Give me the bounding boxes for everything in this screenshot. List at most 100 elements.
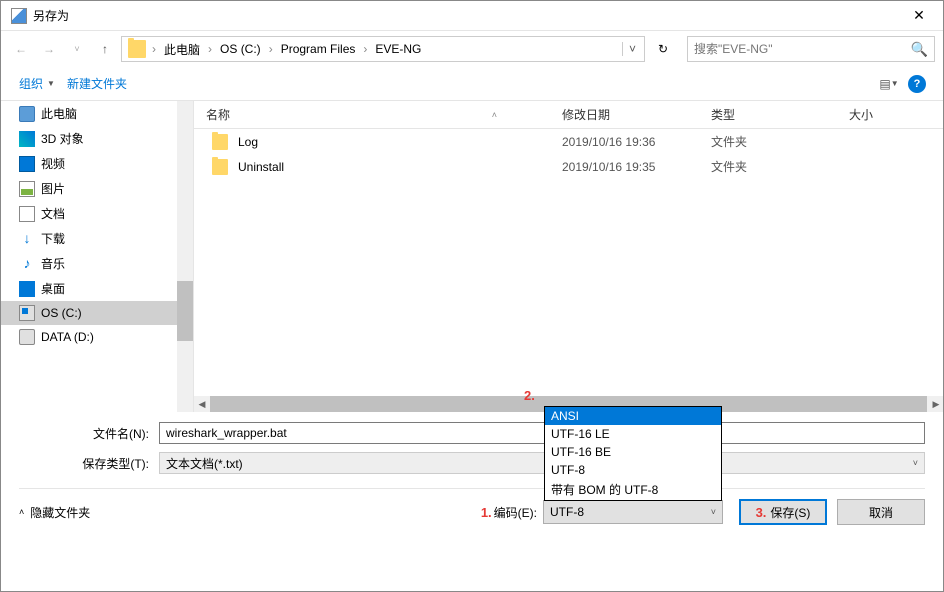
sidebar-item-label: 桌面 xyxy=(41,280,65,297)
save-label: 保存(S) xyxy=(770,504,810,521)
dl-icon: ↓ xyxy=(19,231,35,247)
sidebar-item[interactable]: 3D 对象 xyxy=(1,126,177,151)
nav-up-button[interactable]: ↑ xyxy=(93,37,117,61)
folder-icon xyxy=(212,134,228,150)
new-folder-label: 新建文件夹 xyxy=(67,75,127,92)
file-row[interactable]: Log 2019/10/16 19:36文件夹 xyxy=(194,129,943,154)
column-name[interactable]: 名称 ˄ xyxy=(194,106,550,123)
sidebar-item-label: 3D 对象 xyxy=(41,130,84,147)
encoding-option[interactable]: 带有 BOM 的 UTF-8 xyxy=(545,479,721,500)
help-icon: ? xyxy=(908,75,926,93)
breadcrumb-item[interactable]: EVE-NG xyxy=(369,37,427,61)
chevron-right-icon: › xyxy=(267,42,275,56)
sidebar-item[interactable]: 文档 xyxy=(1,201,177,226)
sidebar-item-label: OS (C:) xyxy=(41,306,82,320)
column-size[interactable]: 大小 xyxy=(837,106,943,123)
hide-folders-button[interactable]: ˄ 隐藏文件夹 xyxy=(19,504,90,521)
breadcrumb-item[interactable]: 此电脑 xyxy=(158,37,206,61)
encoding-option[interactable]: UTF-16 BE xyxy=(545,443,721,461)
sidebar-item-label: 音乐 xyxy=(41,255,65,272)
nav-recent-button: ˅ xyxy=(65,37,89,61)
doc-icon xyxy=(19,206,35,222)
filename-label: 文件名(N): xyxy=(19,425,159,442)
scroll-left-icon[interactable]: ◀ xyxy=(194,396,210,412)
img-icon xyxy=(19,181,35,197)
win-icon xyxy=(19,305,35,321)
sidebar-item-label: 图片 xyxy=(41,180,65,197)
folder-icon xyxy=(212,159,228,175)
encoding-label: 编码(E): xyxy=(494,504,537,521)
breadcrumb-dropdown[interactable]: ˅ xyxy=(623,42,642,56)
breadcrumb-item[interactable]: OS (C:) xyxy=(214,37,267,61)
column-date[interactable]: 修改日期 xyxy=(550,106,699,123)
file-name: Log xyxy=(238,135,258,149)
search-input[interactable] xyxy=(694,42,911,56)
chevron-up-icon: ˄ xyxy=(19,507,24,517)
video-icon xyxy=(19,156,35,172)
breadcrumb-item[interactable]: Program Files xyxy=(275,37,362,61)
drive-icon xyxy=(19,329,35,345)
hide-folders-label: 隐藏文件夹 xyxy=(30,504,90,521)
chevron-right-icon: › xyxy=(361,42,369,56)
file-date: 2019/10/16 19:36 xyxy=(550,135,699,149)
encoding-option[interactable]: UTF-16 LE xyxy=(545,425,721,443)
chevron-down-icon: ▼ xyxy=(47,79,55,88)
sort-indicator-icon: ˄ xyxy=(492,110,497,120)
sidebar-item[interactable]: DATA (D:) xyxy=(1,325,177,349)
music-icon: ♪ xyxy=(19,256,35,272)
app-icon xyxy=(11,8,27,24)
filetype-value: 文本文档(*.txt) xyxy=(166,455,243,472)
sidebar-scrollbar[interactable] xyxy=(177,101,193,412)
annotation-1: 1. xyxy=(481,505,492,520)
file-row[interactable]: Uninstall 2019/10/16 19:35文件夹 xyxy=(194,154,943,179)
sidebar-item-label: 视频 xyxy=(41,155,65,172)
pc-icon xyxy=(19,106,35,122)
close-button[interactable]: ✕ xyxy=(899,1,939,31)
scroll-right-icon[interactable]: ▶ xyxy=(928,396,944,412)
sidebar-item[interactable]: 此电脑 xyxy=(1,101,177,126)
file-type: 文件夹 xyxy=(699,158,837,175)
sidebar-item[interactable]: OS (C:) xyxy=(1,301,177,325)
annotation-3: 3. xyxy=(756,505,767,520)
desk-icon xyxy=(19,281,35,297)
cancel-button[interactable]: 取消 xyxy=(837,499,925,525)
folder-icon xyxy=(128,40,146,58)
column-headers: 名称 ˄ 修改日期 类型 大小 xyxy=(194,101,943,129)
encoding-option[interactable]: ANSI xyxy=(545,407,721,425)
search-icon[interactable]: 🔍 xyxy=(911,41,928,58)
view-options-button[interactable]: ▤▼ xyxy=(875,72,903,96)
sidebar-item-label: DATA (D:) xyxy=(41,330,94,344)
organize-label: 组织 xyxy=(19,75,43,92)
sidebar-item[interactable]: 图片 xyxy=(1,176,177,201)
refresh-button[interactable]: ↻ xyxy=(649,37,677,61)
file-name: Uninstall xyxy=(238,160,284,174)
new-folder-button[interactable]: 新建文件夹 xyxy=(61,71,133,96)
sidebar-item[interactable]: ↓下载 xyxy=(1,226,177,251)
file-date: 2019/10/16 19:35 xyxy=(550,160,699,174)
encoding-dropdown: ANSIUTF-16 LEUTF-16 BEUTF-8带有 BOM 的 UTF-… xyxy=(544,406,722,501)
chevron-right-icon: › xyxy=(150,42,158,56)
filename-input[interactable] xyxy=(159,422,925,444)
sidebar-item[interactable]: ♪ 音乐 xyxy=(1,251,177,276)
sidebar-scroll-thumb[interactable] xyxy=(177,281,193,341)
encoding-combo[interactable]: UTF-8 ˅ 2. ANSIUTF-16 LEUTF-16 BEUTF-8带有… xyxy=(543,500,723,524)
nav-forward-button: → xyxy=(37,37,61,61)
help-button[interactable]: ? xyxy=(903,72,931,96)
annotation-2: 2. xyxy=(524,388,535,403)
chevron-right-icon: › xyxy=(206,42,214,56)
filetype-combo[interactable]: 文本文档(*.txt) ˅ xyxy=(159,452,925,474)
search-box[interactable]: 🔍 xyxy=(687,36,935,62)
file-type: 文件夹 xyxy=(699,133,837,150)
save-button[interactable]: 3. 保存(S) xyxy=(739,499,827,525)
encoding-value: UTF-8 xyxy=(550,505,584,519)
encoding-option[interactable]: UTF-8 xyxy=(545,461,721,479)
sidebar: 此电脑 3D 对象视频图片文档 ↓下载 ♪ 音乐桌面 OS (C:) DATA (D:) xyxy=(1,101,194,412)
sidebar-item[interactable]: 视频 xyxy=(1,151,177,176)
sidebar-item-label: 文档 xyxy=(41,205,65,222)
nav-back-button: ← xyxy=(9,37,33,61)
column-type[interactable]: 类型 xyxy=(699,106,837,123)
organize-button[interactable]: 组织 ▼ xyxy=(13,71,61,96)
breadcrumb[interactable]: › 此电脑 › OS (C:) › Program Files › EVE-NG… xyxy=(121,36,645,62)
sidebar-item[interactable]: 桌面 xyxy=(1,276,177,301)
3d-icon xyxy=(19,131,35,147)
